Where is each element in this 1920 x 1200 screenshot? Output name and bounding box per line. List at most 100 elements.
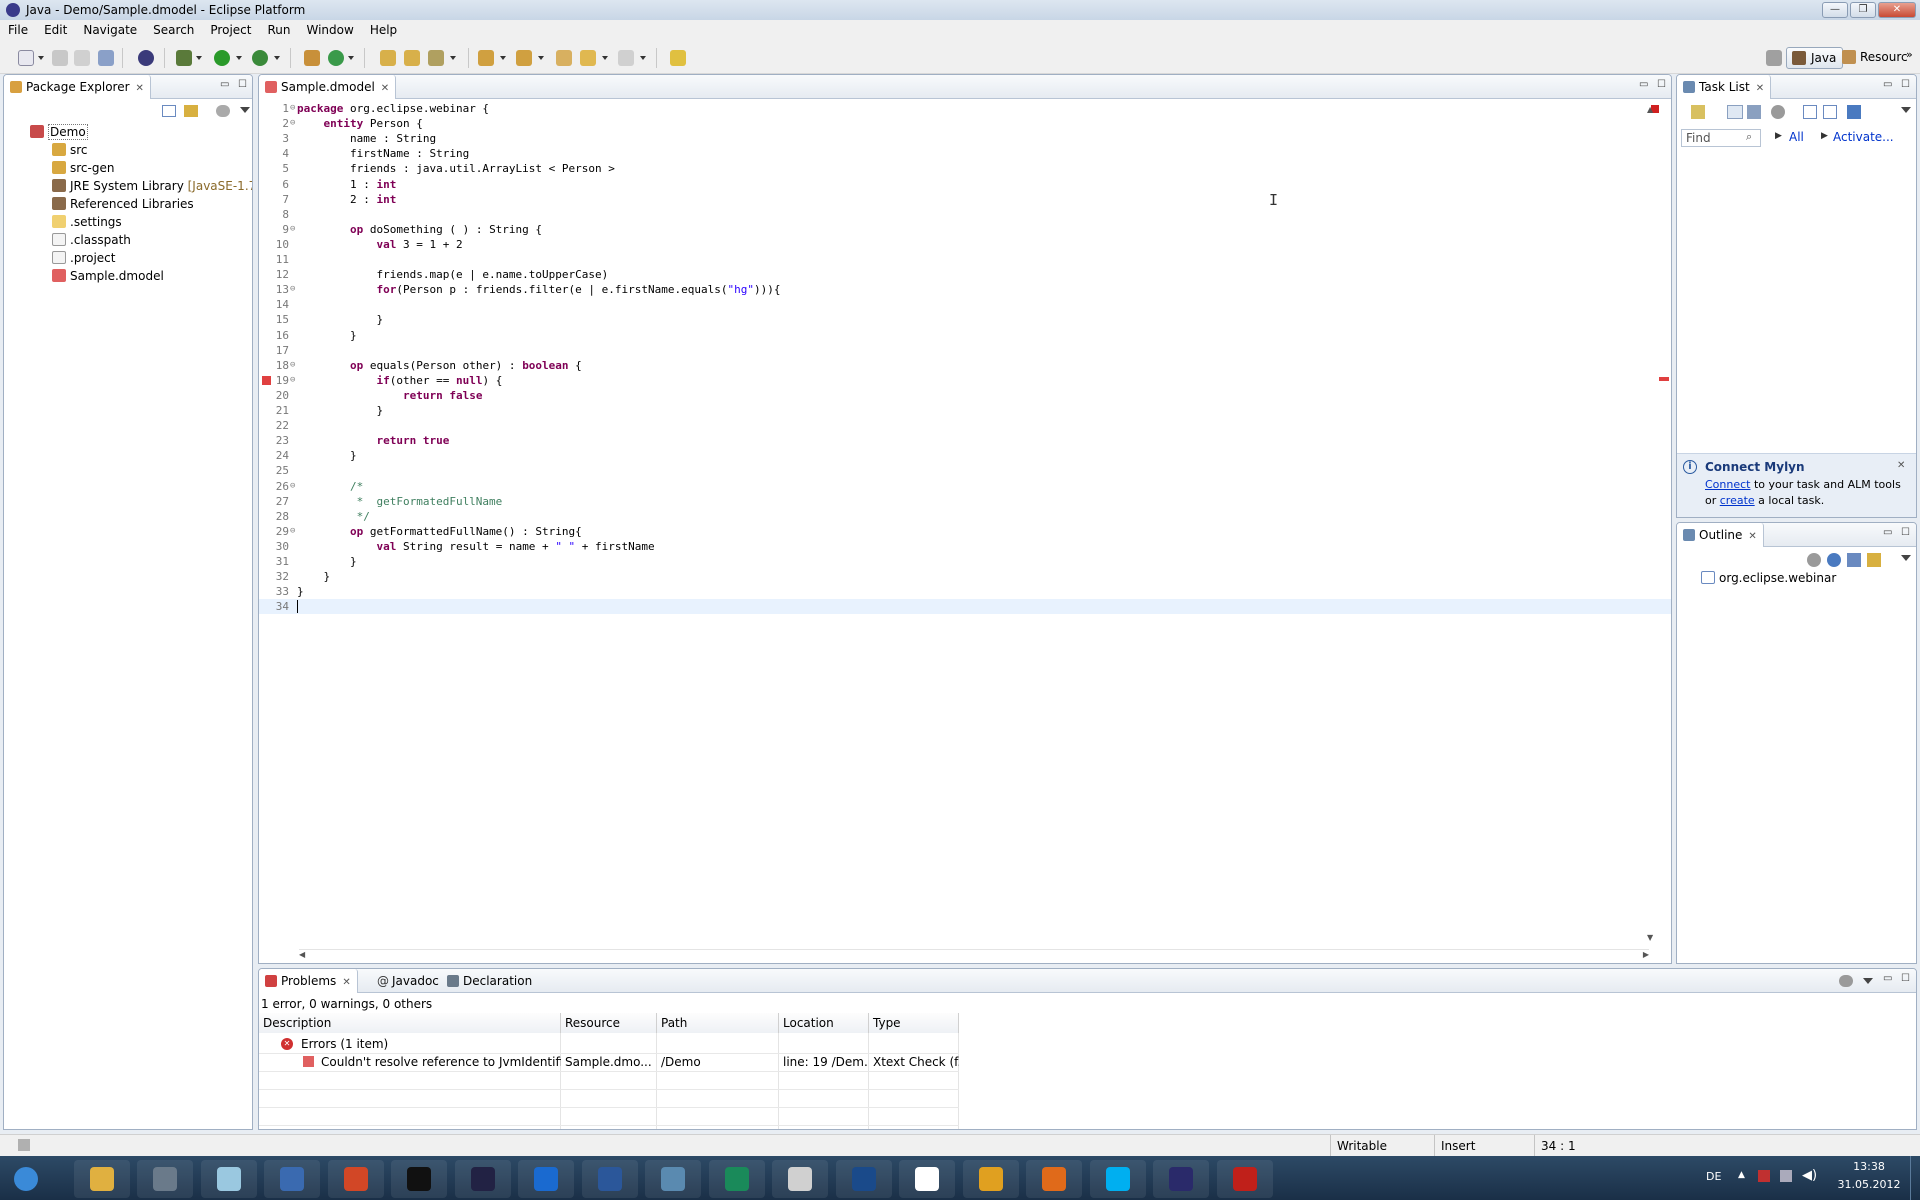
code-line[interactable]: 17	[259, 343, 1671, 358]
minimize-view-icon[interactable]: ▭	[220, 79, 229, 90]
skype-app-icon[interactable]	[1089, 1160, 1146, 1198]
external-tools-icon[interactable]	[252, 50, 268, 66]
code-line[interactable]: 28 */	[259, 509, 1671, 524]
code-line[interactable]: 7 2 : int	[259, 192, 1671, 207]
all-working-sets-link[interactable]: All	[1789, 130, 1804, 144]
powershell-app-icon[interactable]	[835, 1160, 892, 1198]
close-icon[interactable]: ✕	[381, 83, 389, 94]
view-menu-icon[interactable]	[240, 107, 250, 113]
close-icon[interactable]: ✕	[136, 83, 144, 94]
external-tools-dropdown-icon[interactable]	[274, 56, 280, 60]
minimize-button[interactable]: —	[1822, 2, 1848, 18]
code-line[interactable]: 30 val String result = name + " " + firs…	[259, 539, 1671, 554]
thunderbird-app-icon[interactable]	[264, 1160, 320, 1198]
tree-item-project[interactable]: .project	[52, 251, 115, 269]
run-dropdown-icon[interactable]	[236, 56, 242, 60]
maximize-view-icon[interactable]: ☐	[1901, 79, 1910, 90]
minimize-view-icon[interactable]: ▭	[1883, 973, 1892, 984]
column-resource[interactable]: Resource	[561, 1013, 657, 1033]
view-menu-icon[interactable]	[1901, 555, 1911, 561]
explorer-app-icon[interactable]	[73, 1160, 130, 1198]
collapse-all-icon[interactable]	[1803, 105, 1817, 119]
maximize-view-icon[interactable]: ☐	[238, 79, 247, 90]
cmd-app-icon[interactable]	[391, 1160, 447, 1198]
code-line[interactable]: 14	[259, 297, 1671, 312]
view-menu-icon[interactable]	[1863, 978, 1873, 984]
code-line[interactable]: 22	[259, 418, 1671, 433]
debug-icon[interactable]	[176, 50, 192, 66]
previous-annotation-icon[interactable]	[516, 50, 532, 66]
collapse-all-icon[interactable]	[162, 105, 176, 117]
view-menu-icon[interactable]	[1901, 107, 1911, 113]
open-task-icon[interactable]	[404, 50, 420, 66]
code-line[interactable]: 12 friends.map(e | e.name.toUpperCase)	[259, 267, 1671, 282]
scheduled-icon[interactable]	[1747, 105, 1761, 119]
amazon-app-icon[interactable]	[899, 1160, 955, 1198]
column-description[interactable]: Description	[259, 1013, 561, 1033]
code-line[interactable]: 9 ⊖ op doSomething ( ) : String {	[259, 222, 1671, 237]
new-class-dropdown-icon[interactable]	[348, 56, 354, 60]
fast-view-icon[interactable]	[18, 1139, 30, 1151]
new-java-package-icon[interactable]	[304, 50, 320, 66]
tab-javadoc[interactable]: @ Javadoc	[371, 969, 445, 993]
code-line[interactable]: 6 1 : int	[259, 177, 1671, 192]
code-line[interactable]: 19 ⊖ if(other == null) {	[259, 373, 1671, 388]
notepad-app-icon[interactable]	[200, 1160, 257, 1198]
hide-fields-icon[interactable]	[1827, 553, 1841, 567]
back-dropdown-icon[interactable]	[602, 56, 608, 60]
xming-app-icon[interactable]	[772, 1160, 828, 1198]
tree-item-settings[interactable]: .settings	[52, 215, 122, 233]
column-path[interactable]: Path	[657, 1013, 779, 1033]
bluetooth-app-icon[interactable]	[708, 1160, 765, 1198]
expand-all-icon[interactable]	[1823, 105, 1837, 119]
menu-navigate[interactable]: Navigate	[75, 20, 145, 37]
synchronize-icon[interactable]	[1847, 105, 1861, 119]
search-icon[interactable]	[428, 50, 444, 66]
next-annotation-dropdown-icon[interactable]	[500, 56, 506, 60]
minimize-view-icon[interactable]: ▭	[1883, 79, 1892, 90]
close-icon[interactable]: ✕	[1897, 460, 1905, 471]
problem-row-type[interactable]: Xtext Check (f...	[869, 1053, 959, 1071]
scroll-left-icon[interactable]: ◀	[299, 950, 305, 959]
code-line[interactable]: 16 }	[259, 328, 1671, 343]
open-perspective-icon[interactable]	[1766, 50, 1782, 66]
tree-item-classpath[interactable]: .classpath	[52, 233, 131, 251]
menu-window[interactable]: Window	[298, 20, 361, 37]
tree-item-referenced-libraries[interactable]: Referenced Libraries	[52, 197, 194, 215]
sort-icon[interactable]	[1847, 553, 1861, 567]
code-line[interactable]: 24 }	[259, 448, 1671, 463]
code-line[interactable]: 8	[259, 207, 1671, 222]
start-orb-icon[interactable]	[0, 1160, 56, 1198]
close-button[interactable]: ✕	[1878, 2, 1916, 18]
categorized-icon[interactable]	[1727, 105, 1743, 119]
chrome-app-icon[interactable]	[962, 1160, 1019, 1198]
new-task-icon[interactable]	[1691, 105, 1705, 119]
show-desktop-button[interactable]	[1910, 1156, 1920, 1200]
maximize-button[interactable]: ❐	[1850, 2, 1876, 18]
code-line[interactable]: 26 ⊖ /*	[259, 479, 1671, 494]
pin-editor-icon[interactable]	[670, 50, 686, 66]
minimize-view-icon[interactable]: ▭	[1883, 527, 1892, 538]
focus-icon[interactable]	[1771, 105, 1785, 119]
debug-dropdown-icon[interactable]	[196, 56, 202, 60]
menu-run[interactable]: Run	[259, 20, 298, 37]
tree-item-sample-dmodel[interactable]: Sample.dmodel	[52, 269, 164, 287]
menu-project[interactable]: Project	[202, 20, 259, 37]
code-line[interactable]: 23 return true	[259, 433, 1671, 448]
save-icon[interactable]	[52, 50, 68, 66]
problem-row-location[interactable]: line: 19 /Dem...	[779, 1053, 869, 1071]
code-line[interactable]: 10 val 3 = 1 + 2	[259, 237, 1671, 252]
open-type-icon[interactable]	[380, 50, 396, 66]
clock-time[interactable]: 13:38	[1832, 1160, 1906, 1173]
code-line[interactable]: 21 }	[259, 403, 1671, 418]
tree-item-demo[interactable]: Demo	[30, 124, 88, 143]
tab-task-list[interactable]: Task List ✕	[1677, 75, 1772, 99]
link-with-editor-icon[interactable]	[1867, 553, 1881, 567]
scroll-up-icon[interactable]: ▲	[1647, 105, 1653, 114]
run-icon[interactable]	[214, 50, 230, 66]
teamviewer-app-icon[interactable]	[518, 1160, 574, 1198]
focus-icon[interactable]	[1807, 553, 1821, 567]
forward-icon[interactable]	[618, 50, 634, 66]
code-line[interactable]: 18 ⊖ op equals(Person other) : boolean {	[259, 358, 1671, 373]
horizontal-scrollbar[interactable]: ◀ ▶	[299, 949, 1649, 963]
